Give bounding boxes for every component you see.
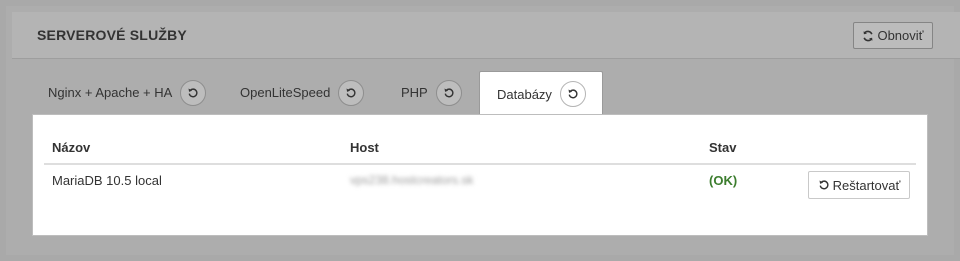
refresh-button[interactable]: Obnoviť xyxy=(853,22,933,49)
restart-button[interactable]: Reštartovať xyxy=(808,171,910,199)
status-badge: (OK) xyxy=(709,173,738,188)
column-header-status: Stav xyxy=(709,140,737,155)
service-host: vps238.hostcreators.sk xyxy=(350,173,474,187)
tab-nginx-apache-ha[interactable]: Nginx + Apache + HA xyxy=(48,71,207,114)
tab-label: Databázy xyxy=(497,86,552,102)
column-header-name: Názov xyxy=(52,140,91,155)
tab-label: Nginx + Apache + HA xyxy=(48,85,173,100)
restart-icon[interactable] xyxy=(435,79,462,106)
tab-databazy[interactable]: Databázy xyxy=(479,71,603,116)
column-header-host: Host xyxy=(350,140,379,155)
refresh-icon xyxy=(862,30,874,42)
restart-icon[interactable] xyxy=(559,81,586,107)
tab-openlitespeed[interactable]: OpenLiteSpeed xyxy=(240,71,365,114)
service-name: MariaDB 10.5 local xyxy=(52,173,162,188)
databases-panel: Názov Host Stav MariaDB 10.5 local vps23… xyxy=(32,114,928,236)
card-header: SERVEROVÉ SLUŽBY Obnoviť xyxy=(12,12,960,59)
table-header-divider xyxy=(44,163,916,165)
refresh-button-label: Obnoviť xyxy=(877,28,924,43)
restart-icon xyxy=(818,179,830,191)
tab-label: OpenLiteSpeed xyxy=(240,85,331,100)
tab-php[interactable]: PHP xyxy=(401,71,462,114)
restart-icon[interactable] xyxy=(338,79,365,106)
service-tabs: Nginx + Apache + HA OpenLiteSpeed PHP Da… xyxy=(32,71,932,116)
restart-icon[interactable] xyxy=(180,79,207,106)
page-title: SERVEROVÉ SLUŽBY xyxy=(37,27,187,43)
restart-button-label: Reštartovať xyxy=(832,177,901,193)
tab-label: PHP xyxy=(401,85,428,100)
